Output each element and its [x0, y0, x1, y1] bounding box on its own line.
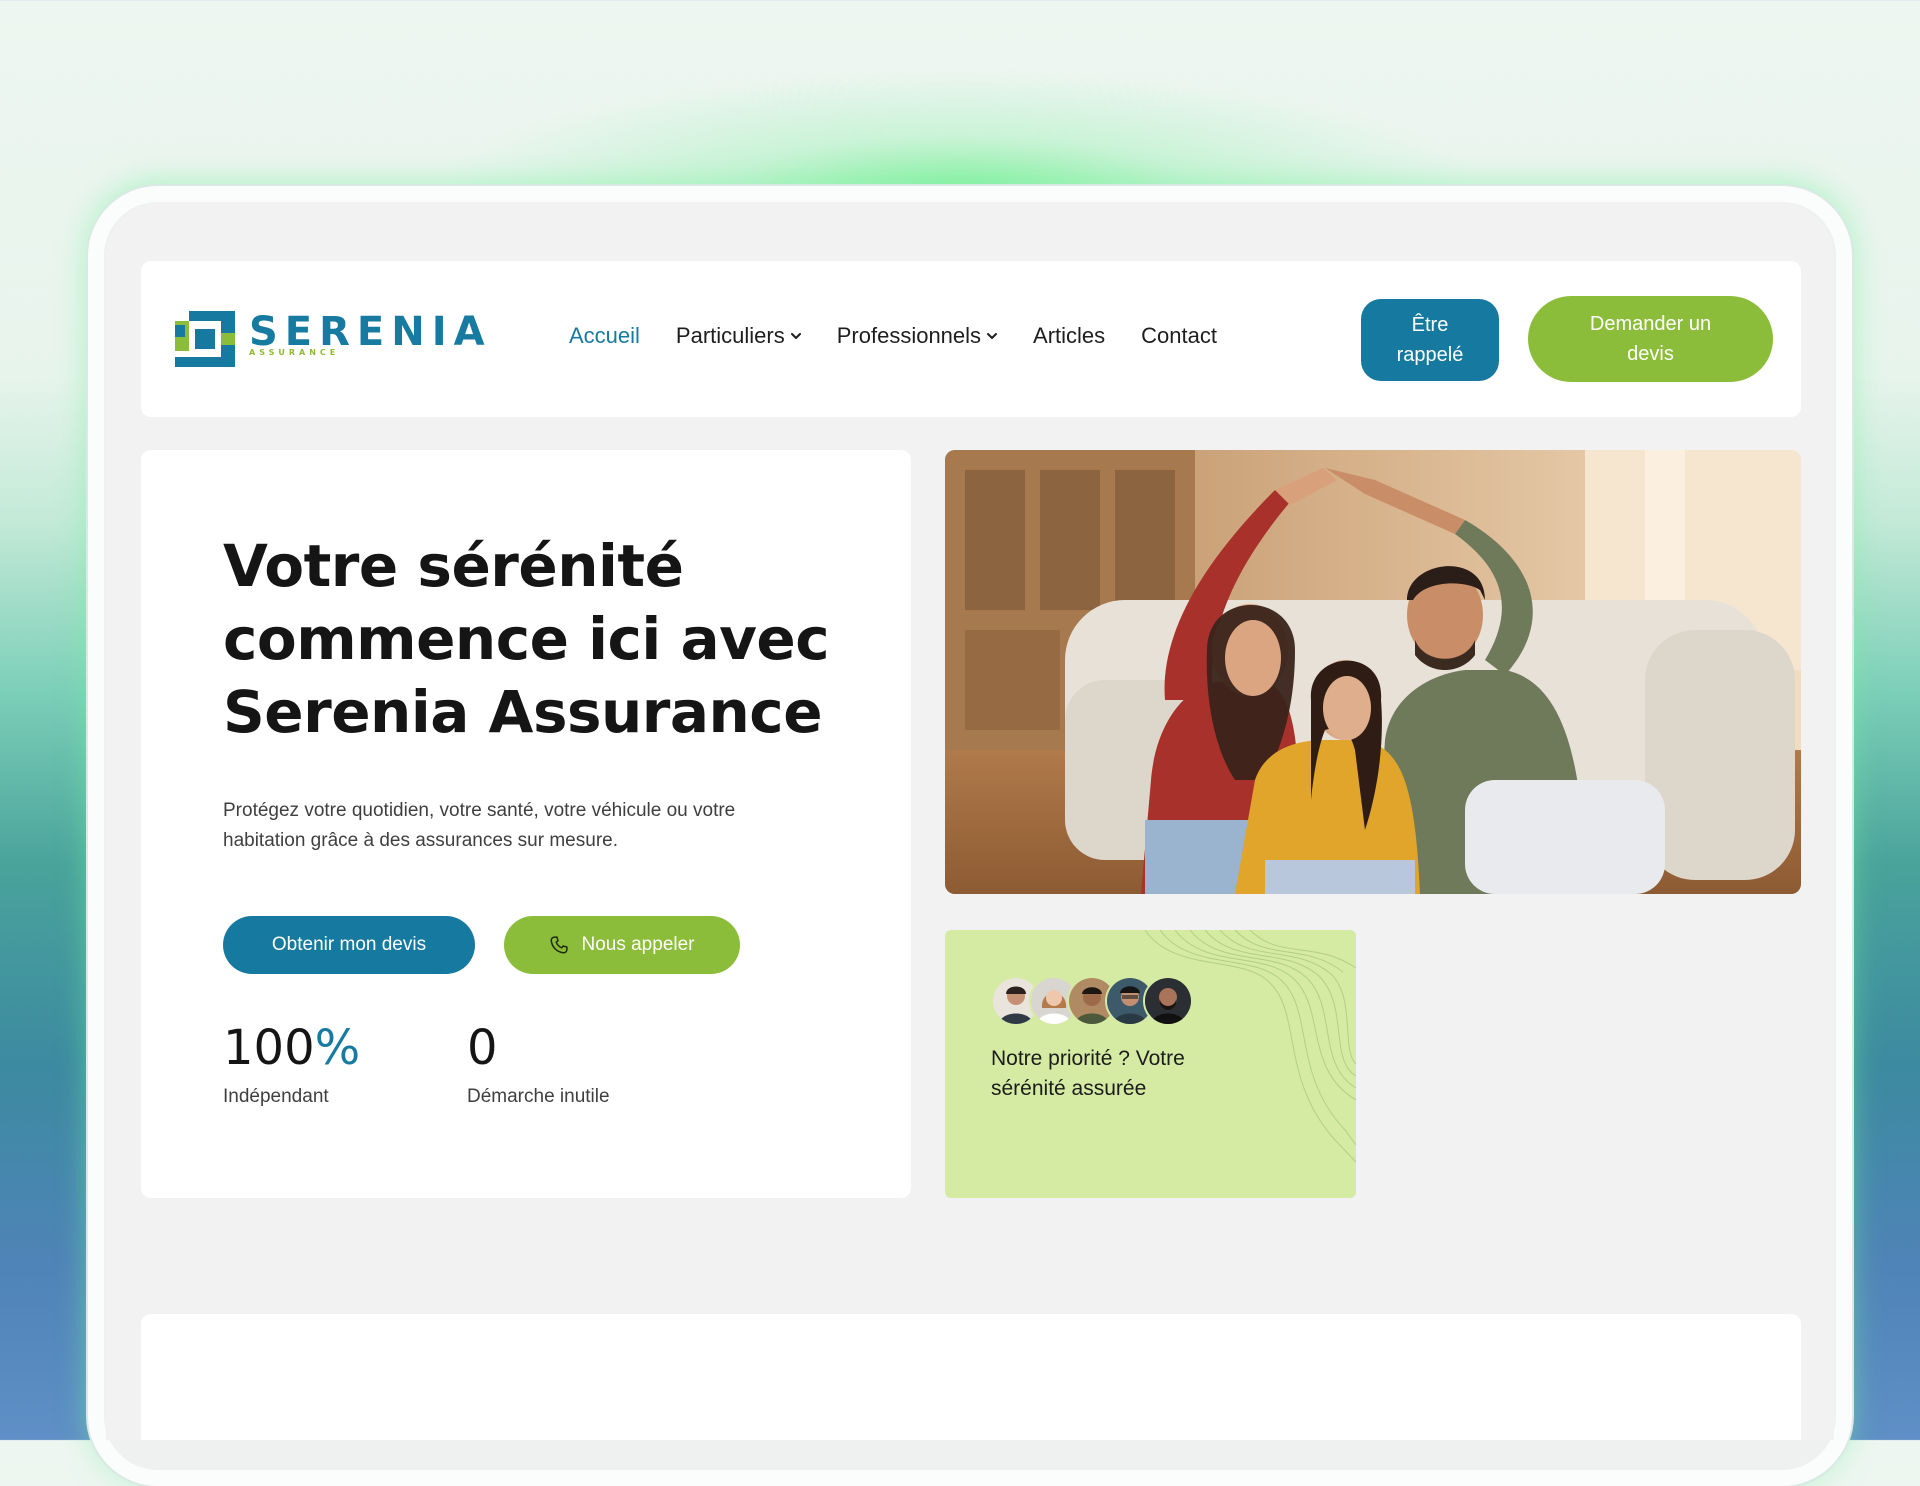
call-us-label: Nous appeler	[581, 934, 695, 955]
request-quote-button[interactable]: Demander un devis	[1528, 296, 1773, 382]
serenia-logo-mark-icon	[175, 311, 235, 367]
nav-item-contact[interactable]: Contact	[1141, 323, 1217, 349]
promo-text: Notre priorité ? Votre sérénité assurée	[991, 1044, 1251, 1104]
family-hero-image	[945, 450, 1801, 894]
nav-item-label: Particuliers	[675, 323, 785, 348]
chevron-down-icon	[987, 333, 998, 339]
nav-item-label: Professionnels	[836, 323, 982, 348]
avatar-group	[991, 976, 1193, 1026]
hero-description-line: Protégez votre quotidien, votre santé, v…	[223, 800, 736, 821]
nav-item-accueil[interactable]: Accueil	[569, 323, 640, 349]
get-quote-button[interactable]: Obtenir mon devis	[223, 916, 475, 974]
request-quote-line2: devis	[1627, 343, 1674, 365]
brand-name: SERENIA	[249, 309, 492, 355]
main-nav: Accueil Particuliers Professionnels Arti…	[569, 323, 1253, 349]
callback-button-line1: Être	[1411, 314, 1449, 336]
stat-number: 0	[467, 1020, 498, 1076]
stat-label: Démarche inutile	[467, 1086, 610, 1107]
request-quote-line1: Demander un	[1589, 313, 1712, 335]
stat-independent: 100% Indépendant	[223, 1020, 360, 1108]
next-section-card	[141, 1314, 1801, 1440]
nav-item-label: Accueil	[569, 323, 640, 348]
nav-item-label: Contact	[1141, 323, 1217, 348]
nav-item-professionnels[interactable]: Professionnels	[836, 323, 998, 349]
phone-icon	[550, 936, 569, 954]
promo-card: Notre priorité ? Votre sérénité assurée	[945, 930, 1356, 1198]
callback-button-line2: rappelé	[1396, 344, 1464, 366]
browser-viewport: SERENIA ASSURANCE Accueil Particuliers P…	[106, 202, 1834, 1440]
hero-title: Votre sérénité commence ici avec Serenia…	[223, 530, 863, 749]
nav-item-label: Articles	[1033, 323, 1106, 348]
hero-description-line: habitation grâce à des assurances sur me…	[223, 830, 618, 851]
callback-button[interactable]: Être rappelé	[1361, 299, 1499, 381]
promo-text-line: Notre priorité ? Votre	[991, 1047, 1185, 1070]
stat-number: 100	[223, 1020, 315, 1076]
chevron-down-icon	[790, 333, 801, 339]
site-header: SERENIA ASSURANCE Accueil Particuliers P…	[141, 261, 1801, 417]
promo-text-line: sérénité assurée	[991, 1077, 1147, 1100]
nav-item-particuliers[interactable]: Particuliers	[676, 323, 801, 349]
call-us-button[interactable]: Nous appeler	[504, 916, 740, 974]
nav-item-articles[interactable]: Articles	[1033, 323, 1105, 349]
avatar	[1143, 976, 1193, 1026]
stat-useless-steps: 0 Démarche inutile	[467, 1020, 610, 1108]
hero-card: Votre sérénité commence ici avec Serenia…	[141, 450, 911, 1198]
stat-label: Indépendant	[223, 1086, 329, 1107]
stat-suffix: %	[314, 1020, 361, 1076]
serenia-logo[interactable]: SERENIA ASSURANCE	[175, 311, 492, 367]
stat-value: 100%	[223, 1020, 360, 1076]
hero-title-line: Serenia Assurance	[223, 678, 823, 746]
hero-description: Protégez votre quotidien, votre santé, v…	[223, 796, 823, 856]
hero-title-line: commence ici avec	[223, 605, 830, 673]
stat-value: 0	[467, 1020, 610, 1076]
hero-title-line: Votre sérénité	[223, 532, 684, 600]
